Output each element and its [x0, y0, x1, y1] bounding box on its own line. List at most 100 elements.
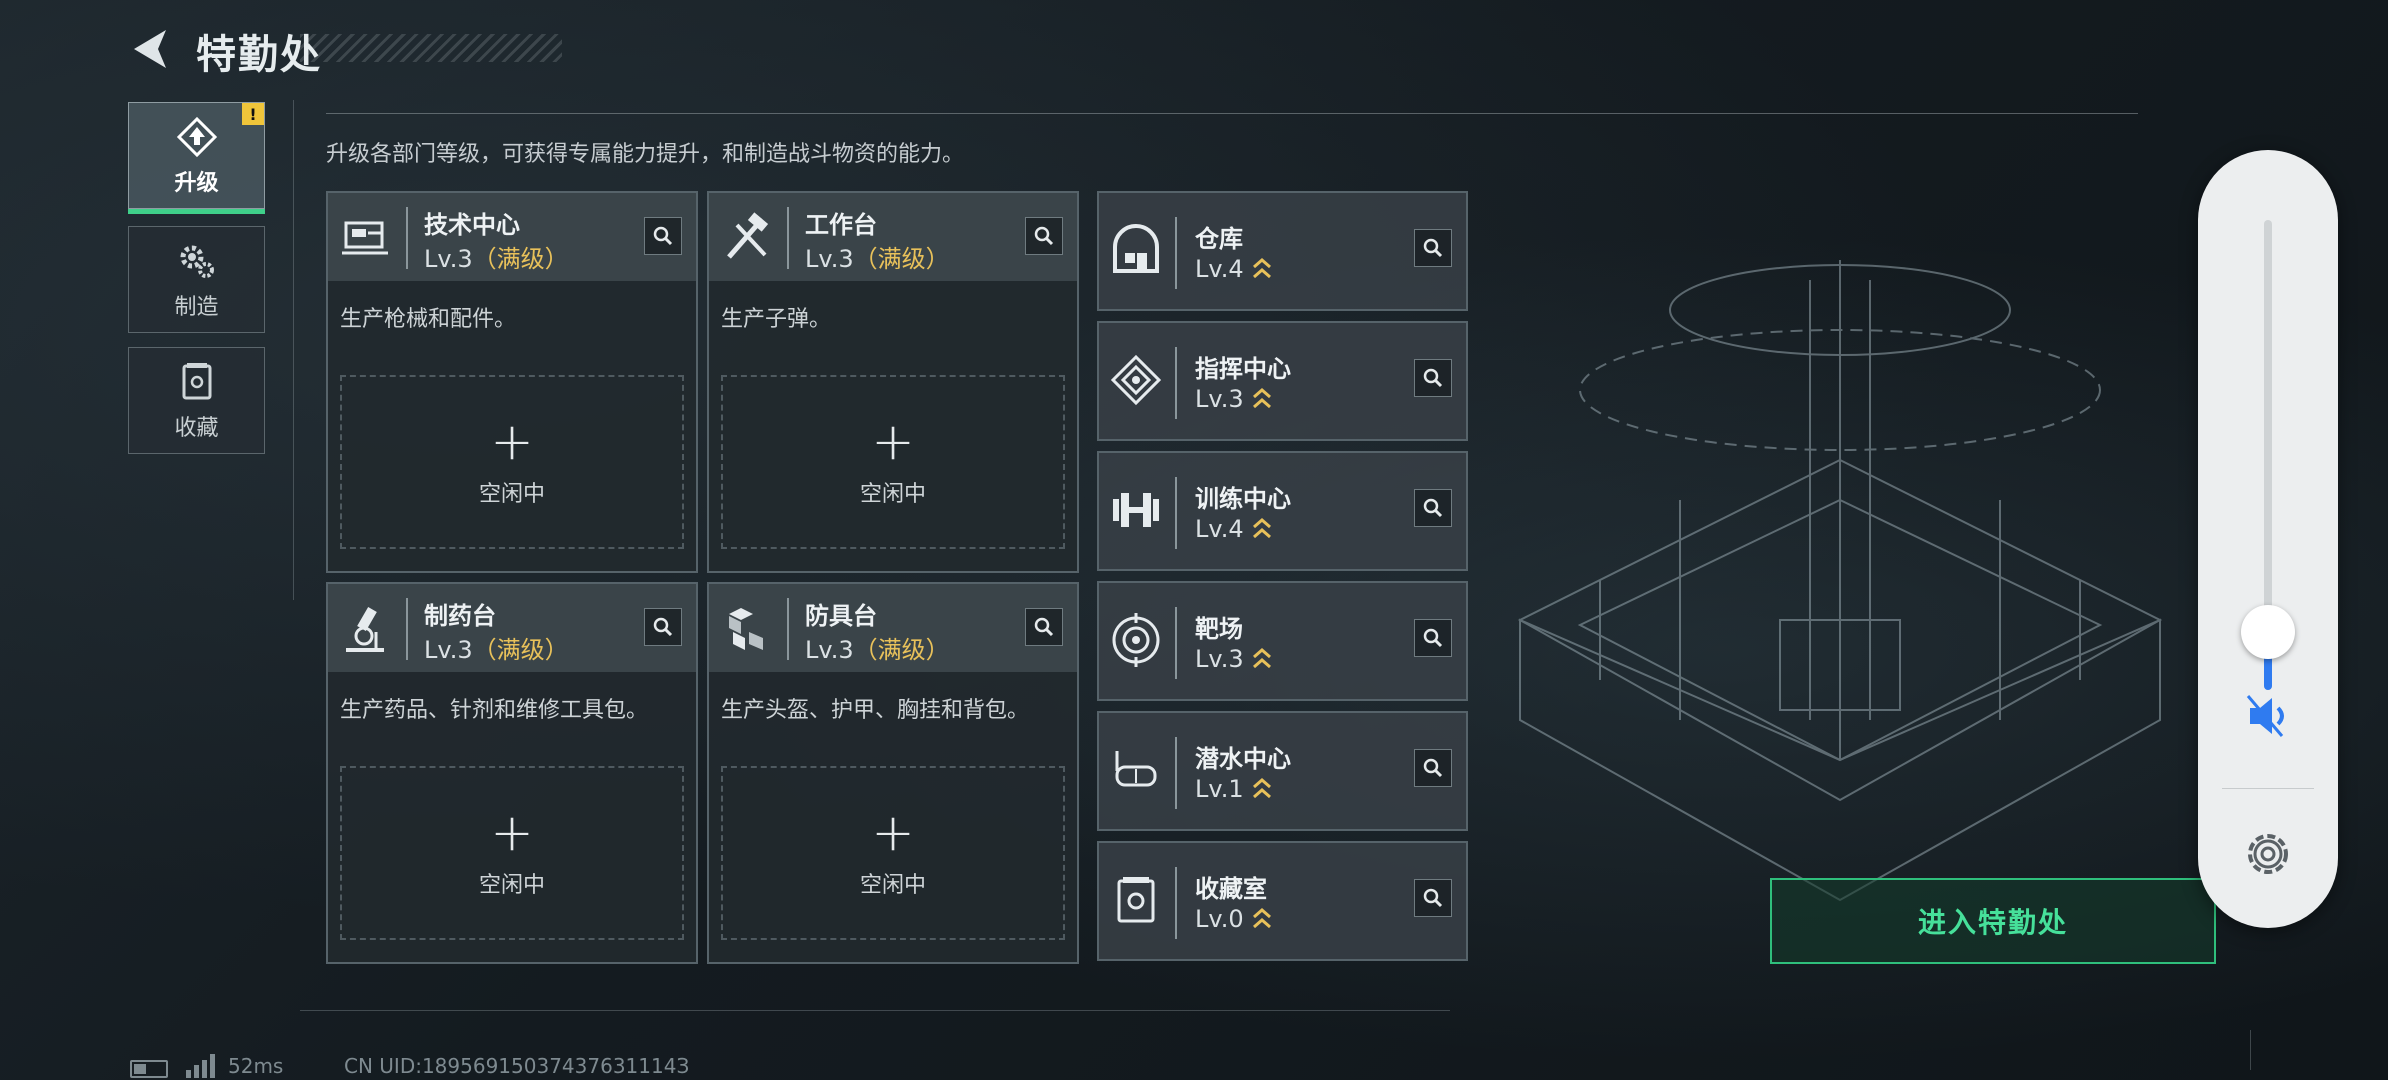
- card-header: 防具台 Lv.3（满级）: [709, 584, 1077, 672]
- collection-room-icon: [1117, 877, 1155, 923]
- search-button[interactable]: [1414, 489, 1452, 527]
- max-level-tag: （满级）: [853, 245, 950, 273]
- max-level-tag: （满级）: [853, 636, 950, 664]
- search-button[interactable]: [1414, 359, 1452, 397]
- alert-badge: !: [242, 103, 264, 125]
- page-description: 升级各部门等级，可获得专属能力提升，和制造战斗物资的能力。: [326, 142, 965, 167]
- facility-command-center[interactable]: 指挥中心 Lv.3: [1097, 321, 1468, 441]
- search-icon: [1423, 888, 1443, 908]
- upgrade-chevron-icon: [1252, 648, 1271, 669]
- side-tab-label: 收藏: [174, 415, 219, 441]
- card-level: Lv.3（满级）: [424, 245, 569, 273]
- search-button[interactable]: [1414, 229, 1452, 267]
- facility-level: Lv.4: [1195, 255, 1272, 283]
- settings-gear-icon[interactable]: [2240, 826, 2296, 882]
- card-title: 工作台: [805, 211, 877, 239]
- diving-mask-icon: [1115, 751, 1157, 787]
- base-wireframe-illustration: [1517, 260, 2163, 902]
- card-tech-center[interactable]: 技术中心 Lv.3（满级） 生产枪械和配件。 + 空闲中: [326, 191, 698, 573]
- facility-name: 潜水中心: [1195, 745, 1291, 773]
- facility-shooting-range[interactable]: 靶场 Lv.3: [1097, 581, 1468, 701]
- facility-name: 靶场: [1195, 615, 1243, 643]
- user-uid: CN UID:18956915037437631114З: [344, 1054, 690, 1078]
- back-arrow-icon[interactable]: [128, 26, 174, 72]
- facility-level: Lv.3: [1195, 385, 1272, 413]
- facility-name: 指挥中心: [1195, 355, 1291, 383]
- volume-panel: [2198, 150, 2338, 928]
- plus-icon: +: [871, 412, 915, 472]
- facility-level: Lv.0: [1195, 905, 1272, 933]
- production-slot[interactable]: + 空闲中: [340, 375, 684, 549]
- search-button[interactable]: [644, 608, 682, 646]
- craft-gears-icon: [180, 245, 214, 278]
- facility-collection-room[interactable]: 收藏室 Lv.0: [1097, 841, 1468, 961]
- upgrade-chevron-icon: [1252, 518, 1271, 539]
- facility-name: 仓库: [1195, 225, 1243, 253]
- search-button[interactable]: [1414, 879, 1452, 917]
- title-decoration: [300, 34, 562, 62]
- slot-status: 空闲中: [859, 873, 926, 898]
- search-button[interactable]: [644, 217, 682, 255]
- plus-icon: +: [490, 412, 534, 472]
- card-level: Lv.3（满级）: [805, 636, 950, 664]
- search-button[interactable]: [1025, 217, 1063, 255]
- facility-name: 收藏室: [1195, 875, 1267, 903]
- search-icon: [1423, 498, 1443, 518]
- side-tab-upgrade[interactable]: ! 升级: [128, 102, 265, 214]
- search-button[interactable]: [1414, 749, 1452, 787]
- production-slot[interactable]: + 空闲中: [721, 375, 1065, 549]
- battery-icon: [130, 1060, 168, 1078]
- max-level-tag: （满级）: [472, 245, 569, 273]
- signal-icon: [186, 1054, 215, 1078]
- plus-icon: +: [871, 803, 915, 863]
- search-icon: [1423, 758, 1443, 778]
- production-slot[interactable]: + 空闲中: [340, 766, 684, 940]
- search-icon: [1034, 617, 1054, 637]
- facility-name: 训练中心: [1195, 485, 1291, 513]
- facility-level: Lv.4: [1195, 515, 1272, 543]
- slot-status: 空闲中: [478, 873, 545, 898]
- warehouse-icon: [1113, 224, 1159, 273]
- ping-readout: 52ms: [228, 1054, 284, 1078]
- workbench-tools-icon: [727, 212, 769, 259]
- facility-level: Lv.1: [1195, 775, 1272, 803]
- search-button[interactable]: [1025, 608, 1063, 646]
- enter-special-ops-button[interactable]: 进入特勤处: [1770, 878, 2216, 964]
- side-tab-collection[interactable]: 收藏: [128, 347, 265, 454]
- facility-training-center[interactable]: 训练中心 Lv.4: [1097, 451, 1468, 571]
- upgrade-chevron-icon: [1252, 908, 1271, 929]
- card-pharmacy[interactable]: 制药台 Lv.3（满级） 生产药品、针剂和维修工具包。 + 空闲中: [326, 582, 698, 964]
- max-level-tag: （满级）: [472, 636, 569, 664]
- search-button[interactable]: [1414, 619, 1452, 657]
- card-armor-bench[interactable]: 防具台 Lv.3（满级） 生产头盔、护甲、胸挂和背包。 + 空闲中: [707, 582, 1079, 964]
- top-rule: [326, 113, 2138, 114]
- armor-blocks-icon: [729, 608, 763, 650]
- facility-warehouse[interactable]: 仓库 Lv.4: [1097, 191, 1468, 311]
- command-center-icon: [1110, 354, 1162, 406]
- search-icon: [1034, 226, 1054, 246]
- card-header: 技术中心 Lv.3（满级）: [328, 193, 696, 281]
- upgrade-chevron-icon: [1252, 778, 1271, 799]
- card-description: 生产药品、针剂和维修工具包。: [340, 698, 649, 723]
- search-icon: [1423, 238, 1443, 258]
- search-icon: [1423, 628, 1443, 648]
- card-title: 防具台: [805, 602, 877, 630]
- side-tab-label: 升级: [174, 170, 219, 196]
- upgrade-chevron-icon: [1252, 388, 1271, 409]
- slot-status: 空闲中: [859, 482, 926, 507]
- upgrade-icon: [176, 116, 217, 157]
- microscope-icon: [346, 606, 384, 652]
- speaker-icon[interactable]: [2242, 690, 2294, 742]
- tech-center-icon: [342, 221, 388, 255]
- side-tab-craft[interactable]: 制造: [128, 226, 265, 333]
- facility-diving-center[interactable]: 潜水中心 Lv.1: [1097, 711, 1468, 831]
- card-workbench[interactable]: 工作台 Lv.3（满级） 生产子弹。 + 空闲中: [707, 191, 1079, 573]
- slot-status: 空闲中: [478, 482, 545, 507]
- production-slot[interactable]: + 空闲中: [721, 766, 1065, 940]
- search-icon: [653, 617, 673, 637]
- card-header: 制药台 Lv.3（满级）: [328, 584, 696, 672]
- search-icon: [1423, 368, 1443, 388]
- side-tab-label: 制造: [174, 294, 219, 320]
- card-level: Lv.3（满级）: [424, 636, 569, 664]
- volume-slider-thumb[interactable]: [2241, 605, 2295, 660]
